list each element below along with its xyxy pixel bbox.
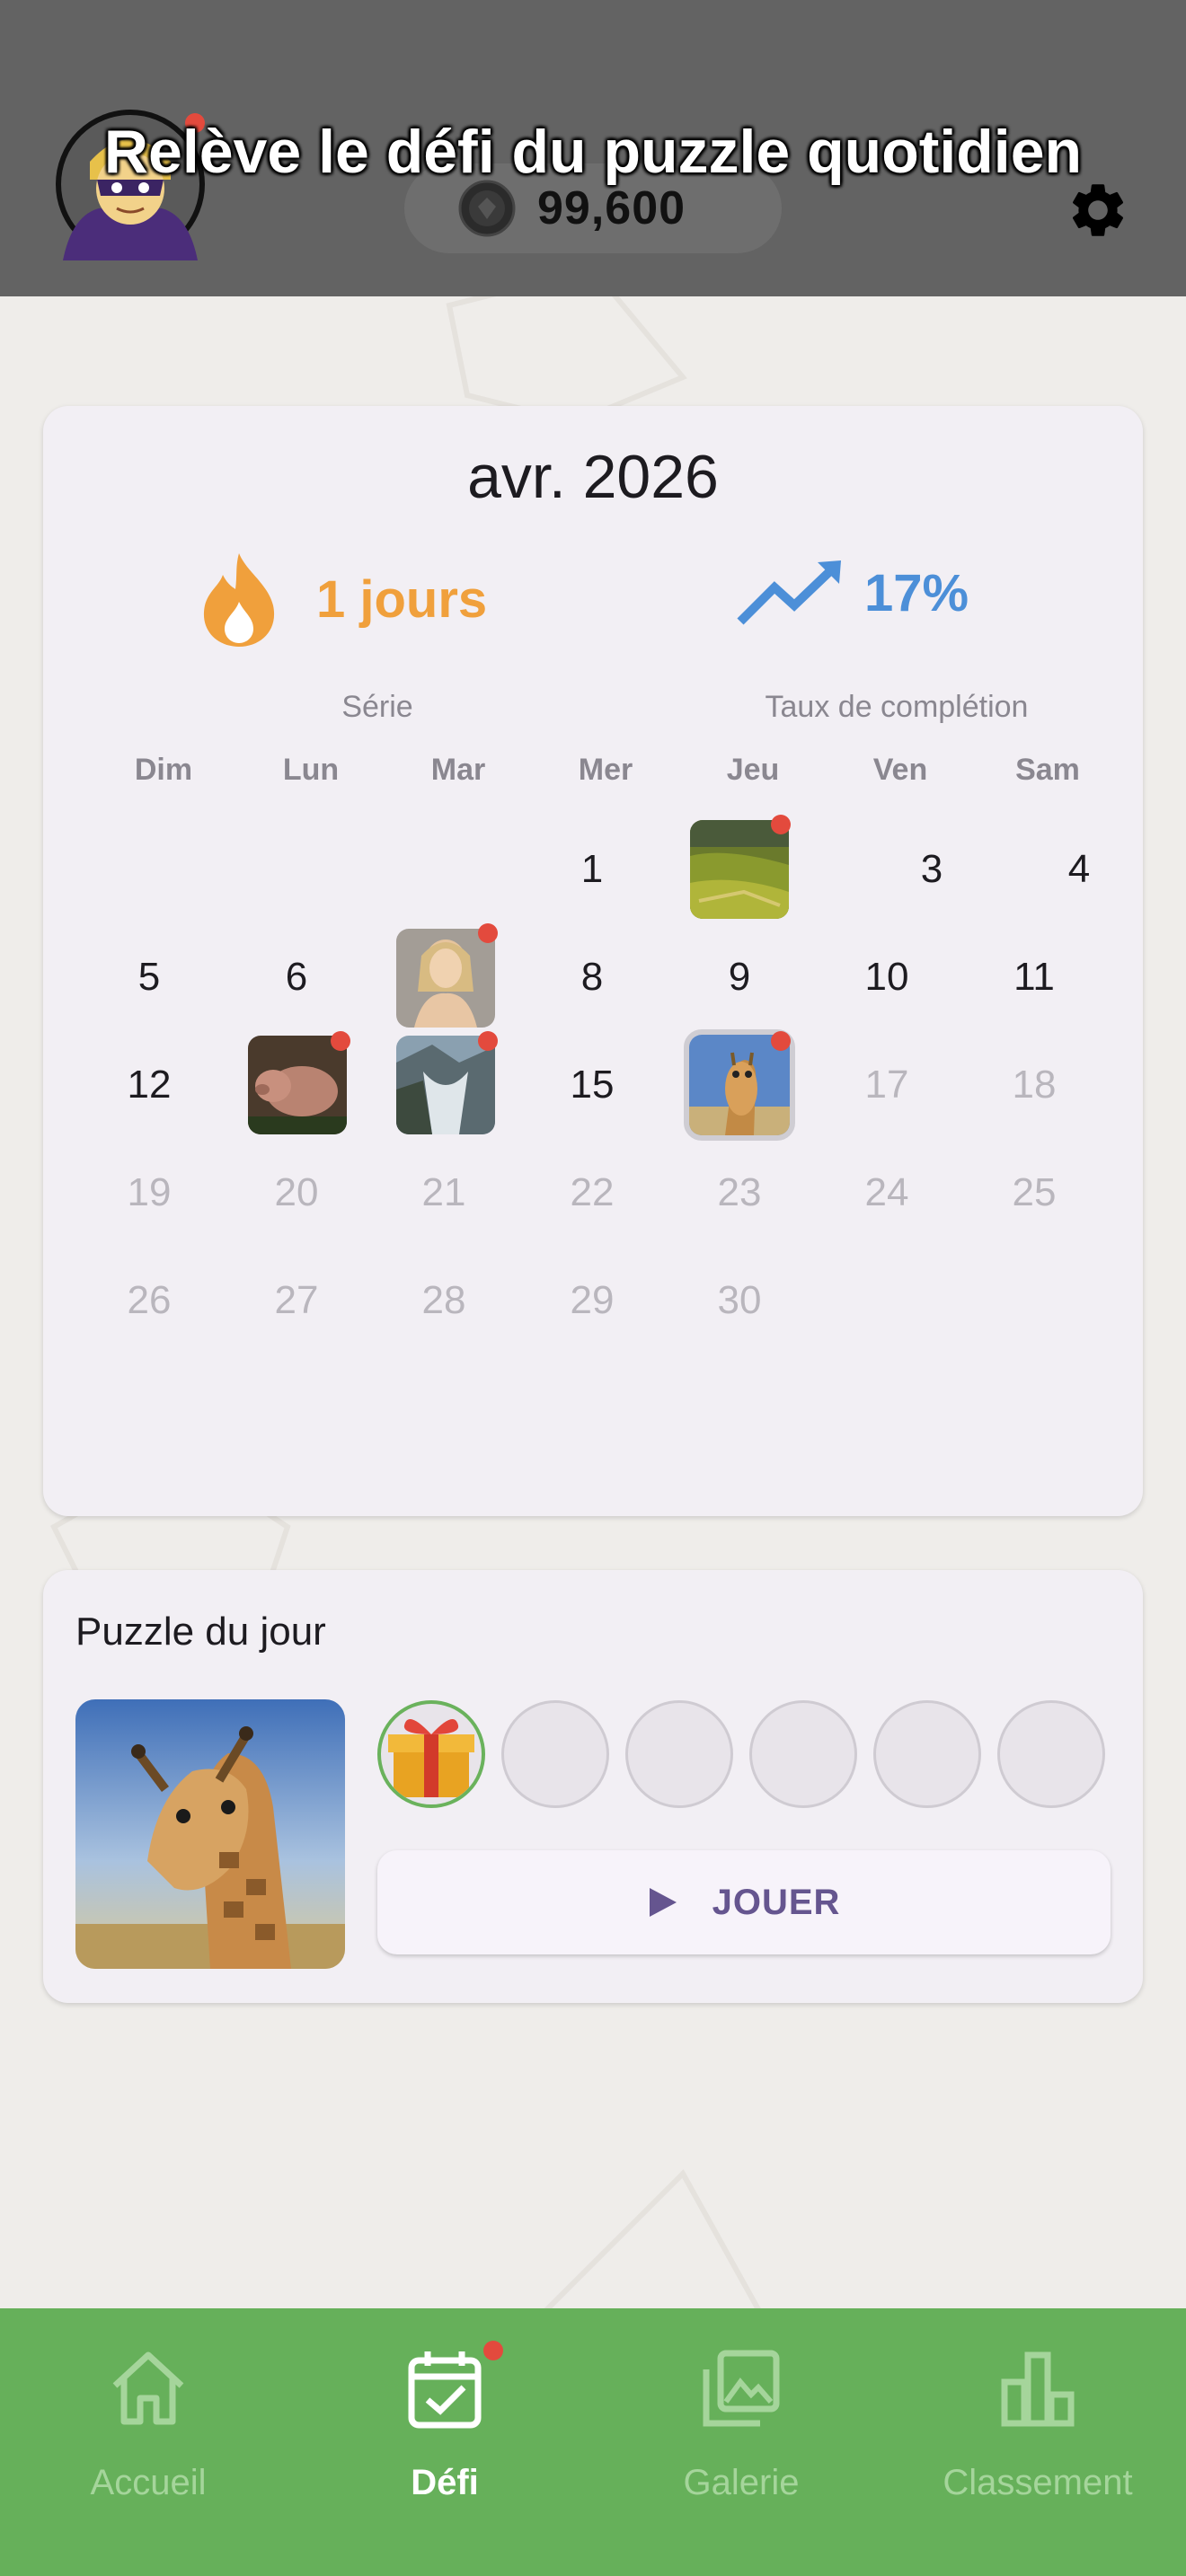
gift-icon — [388, 1718, 474, 1797]
puzzle-of-day-image[interactable] — [75, 1699, 345, 1969]
calendar-day-22: 22 — [570, 1170, 615, 1214]
puzzle-of-day-card: Puzzle du jour JOUER — [43, 1570, 1143, 2003]
completion-rate-value: 17% — [864, 563, 969, 622]
weekday-mer: Mer — [578, 753, 633, 787]
reward-slot — [625, 1700, 733, 1808]
calendar-day-3[interactable]: 3 — [878, 816, 986, 923]
nav-label: Galerie — [683, 2463, 800, 2502]
page-title: Relève le défi du puzzle quotidien — [103, 118, 1083, 186]
bottom-navigation: Accueil Défi Galerie Classement — [0, 2308, 1186, 2576]
calendar-day-30: 30 — [717, 1278, 762, 1322]
coin-icon — [458, 180, 516, 237]
notification-dot — [331, 1031, 350, 1051]
giraffe-thumbnail — [689, 1035, 790, 1135]
calendar-day-10[interactable]: 10 — [833, 923, 941, 1031]
calendar-day-27: 27 — [274, 1278, 319, 1322]
calendar-day-15[interactable]: 15 — [538, 1031, 646, 1139]
nav-notification-dot — [483, 2341, 503, 2360]
calendar-day-2-thumbnail[interactable] — [690, 820, 789, 919]
notification-dot — [478, 1031, 498, 1051]
calendar-card: avr. 2026 1 jours 17% Série Taux de comp… — [43, 406, 1143, 1516]
nav-item-defi[interactable]: Défi — [296, 2308, 593, 2576]
reward-slot-gift — [377, 1700, 485, 1808]
calendar-day-1[interactable]: 1 — [538, 816, 646, 923]
play-button-label: JOUER — [712, 1882, 841, 1922]
reward-slot — [749, 1700, 857, 1808]
trending-up-icon — [737, 560, 841, 625]
calendar-day-5[interactable]: 5 — [95, 923, 203, 1031]
bar-chart-icon — [1001, 2351, 1075, 2427]
calendar-day-7-thumbnail[interactable] — [396, 929, 495, 1028]
weekday-ven: Ven — [872, 753, 928, 787]
calendar-day-20: 20 — [274, 1170, 319, 1214]
calendar-day-23: 23 — [717, 1170, 762, 1214]
weekday-mar: Mar — [430, 753, 486, 787]
play-button[interactable]: JOUER — [377, 1850, 1111, 1954]
calendar-day-6[interactable]: 6 — [243, 923, 350, 1031]
nav-item-galerie[interactable]: Galerie — [593, 2308, 890, 2576]
reward-slot — [873, 1700, 981, 1808]
weekday-jeu: Jeu — [726, 753, 780, 787]
calendar-day-13-thumbnail[interactable] — [248, 1036, 347, 1134]
dam-thumbnail — [396, 1036, 495, 1134]
calendar-day-17: 17 — [864, 1063, 909, 1107]
nav-label: Défi — [411, 2463, 479, 2502]
calendar-day-21: 21 — [421, 1170, 466, 1214]
streak-value: 1 jours — [316, 569, 488, 629]
calendar-day-26: 26 — [127, 1278, 172, 1322]
weekday-sam: Sam — [1015, 753, 1080, 787]
notification-dot — [771, 815, 791, 834]
completion-rate-stat: 17% — [735, 559, 969, 627]
completion-rate-label: Taux de complétion — [765, 690, 1029, 724]
reward-slot — [997, 1700, 1105, 1808]
reward-slot — [501, 1700, 609, 1808]
nav-label: Accueil — [90, 2463, 207, 2502]
calendar-day-18: 18 — [1012, 1063, 1057, 1107]
puzzle-of-day-title: Puzzle du jour — [75, 1610, 326, 1654]
play-icon — [649, 1888, 677, 1917]
weekday-lun: Lun — [282, 753, 340, 787]
giraffe-photo — [75, 1699, 345, 1969]
calendar-day-28: 28 — [421, 1278, 466, 1322]
calendar-day-25: 25 — [1012, 1170, 1057, 1214]
gear-icon[interactable] — [1066, 178, 1130, 243]
landscape-thumbnail — [690, 820, 789, 919]
calendar-day-14-thumbnail[interactable] — [396, 1036, 495, 1134]
calendar-day-12[interactable]: 12 — [95, 1031, 203, 1139]
pig-thumbnail — [248, 1036, 347, 1134]
calendar-check-icon — [408, 2351, 482, 2429]
portrait-thumbnail — [396, 929, 495, 1028]
month-title: avr. 2026 — [467, 443, 719, 511]
nav-item-classement[interactable]: Classement — [890, 2308, 1186, 2576]
calendar-day-11[interactable]: 11 — [980, 923, 1088, 1031]
calendar-day-29: 29 — [570, 1278, 615, 1322]
nav-label: Classement — [943, 2463, 1133, 2502]
top-header: 99,600 Relève le défi du puzzle quotidie… — [0, 0, 1186, 296]
calendar-day-24: 24 — [864, 1170, 909, 1214]
coin-value: 99,600 — [537, 182, 686, 234]
notification-dot — [771, 1031, 791, 1051]
home-icon — [112, 2351, 184, 2425]
streak-stat: 1 jours — [194, 550, 487, 648]
nav-item-accueil[interactable]: Accueil — [0, 2308, 296, 2576]
calendar-day-9[interactable]: 9 — [686, 923, 793, 1031]
calendar-day-4[interactable]: 4 — [1025, 816, 1133, 923]
gallery-icon — [703, 2350, 780, 2427]
flame-icon — [203, 553, 275, 647]
calendar-day-19: 19 — [127, 1170, 172, 1214]
calendar-day-8[interactable]: 8 — [538, 923, 646, 1031]
weekday-dim: Dim — [134, 753, 193, 787]
streak-label: Série — [341, 690, 413, 724]
notification-dot — [478, 923, 498, 943]
weekday-header: Dim Lun Mar Mer Jeu Ven Sam — [90, 753, 1125, 798]
